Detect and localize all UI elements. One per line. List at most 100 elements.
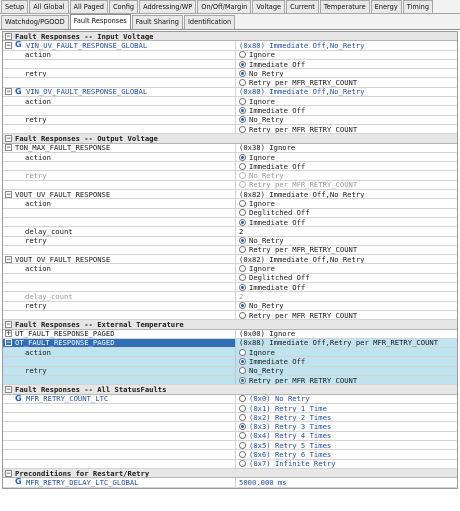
reg-ut-fault[interactable]: + UT_FAULT_RESPONSE_PAGED (0x00) Ignore [3,329,457,339]
collapse-icon[interactable]: − [5,32,12,40]
radio-icon[interactable] [239,265,246,273]
radio-option[interactable]: Immediate Off [236,218,457,226]
radio-icon[interactable] [239,116,246,124]
reg-vout-uv[interactable]: − VOUT_UV_FAULT_RESPONSE (0x82) Immediate… [3,190,457,200]
reg-vin-uv[interactable]: − G VIN_UV_FAULT_RESPONSE_GLOBAL (0x80) Im… [3,41,457,51]
tab-setup[interactable]: Setup [1,0,29,13]
radio-icon[interactable] [239,162,246,170]
register-value[interactable]: 5000.000 ms [236,478,457,486]
section-all-statusfaults[interactable]: − Fault Responses -- All StatusFaults [3,385,457,395]
radio-icon[interactable] [239,199,246,207]
section-external-temperature[interactable]: − Fault Responses -- External Temperature [3,320,457,330]
radio-option[interactable]: (0x4) Retry 4 Times [236,432,457,440]
section-output-voltage[interactable]: − Fault Responses -- Output Voltage [3,134,457,144]
radio-option[interactable]: Deglitched Off [236,209,457,217]
radio-icon[interactable] [239,367,246,375]
radio-icon[interactable] [239,153,246,161]
collapse-icon[interactable]: − [5,144,12,152]
reg-mfr-retry-delay[interactable]: G MFR_RETRY_DELAY_LTC_GLOBAL 5000.000 ms [3,478,457,488]
radio-option[interactable]: No_Retry [236,302,457,310]
collapse-icon[interactable]: − [5,339,12,347]
radio-icon[interactable] [239,395,246,403]
register-value[interactable]: (0x82) Immediate Off,No_Retry [236,255,457,263]
radio-option[interactable]: Ignore [236,348,457,356]
radio-icon[interactable] [239,246,246,254]
collapse-icon[interactable]: − [5,385,12,393]
reg-vout-ov[interactable]: − VOUT_OV_FAULT_RESPONSE (0x82) Immediate… [3,255,457,265]
radio-icon[interactable] [239,441,246,449]
radio-option[interactable]: Immediate Off [236,106,457,115]
collapse-icon[interactable]: − [5,469,12,477]
tab-temperature[interactable]: Temperature [319,0,370,13]
radio-option[interactable]: Retry per MFR_RETRY_COUNT [236,311,457,319]
tab-addressing[interactable]: Addressing/WP [139,0,197,13]
radio-icon[interactable] [239,274,246,282]
tab-energy[interactable]: Energy [370,0,402,13]
radio-icon[interactable] [239,413,246,421]
tab-on-off-margin[interactable]: On/Off/Margin [197,0,252,13]
radio-option[interactable]: Ignore [236,51,457,59]
collapse-icon[interactable]: − [5,134,12,142]
register-value[interactable]: (0x82) Immediate Off,No_Retry [236,190,457,198]
radio-icon[interactable] [239,97,246,105]
radio-icon[interactable] [239,423,246,431]
radio-icon[interactable] [239,311,246,319]
tab-timing[interactable]: Timing [402,0,434,13]
radio-option[interactable]: No_Retry [236,116,457,124]
radio-icon[interactable] [239,302,246,310]
radio-option[interactable]: (0x0) No Retry [236,395,457,403]
radio-option[interactable]: (0x5) Retry 5 Times [236,441,457,449]
radio-icon[interactable] [239,125,246,133]
reg-vin-ov[interactable]: − G VIN_OV_FAULT_RESPONSE_GLOBAL (0x80) Im… [3,87,457,98]
tab-fault-sharing[interactable]: Fault Sharing [131,15,183,29]
radio-option[interactable]: (0x2) Retry 2 Times [236,413,457,421]
radio-option[interactable]: Ignore [236,153,457,161]
radio-option[interactable]: Ignore [236,199,457,208]
reg-ton-max[interactable]: − TON_MAX_FAULT_RESPONSE (0x38) Ignore [3,143,457,153]
radio-option[interactable]: (0x3) Retry 3 Times [236,422,457,431]
reg-mfr-retry-count[interactable]: G MFR_RETRY_COUNT_LTC (0x0) No Retry [3,394,457,404]
tab-all-paged[interactable]: All Paged [69,0,108,13]
radio-option[interactable]: Deglitched Off [236,274,457,282]
radio-option[interactable]: (0x1) Retry 1 Time [236,404,457,412]
collapse-icon[interactable]: − [5,255,12,263]
radio-option[interactable]: Retry per MFR_RETRY_COUNT [236,376,457,384]
section-preconditions[interactable]: − Preconditions for Restart/Retry [3,468,457,479]
register-value[interactable]: (0x88) Immediate Off,Retry per MFR_RETRY… [236,338,457,348]
radio-option[interactable]: (0x7) Infinite Retry [236,460,457,468]
radio-icon[interactable] [239,404,246,412]
radio-option[interactable]: No_Retry [236,69,457,77]
collapse-icon[interactable]: − [5,320,12,328]
radio-icon[interactable] [239,218,246,226]
radio-icon[interactable] [239,60,246,68]
radio-icon[interactable] [239,79,246,87]
register-value[interactable]: (0x80) Immediate Off,No_Retry [236,88,457,96]
radio-icon[interactable] [239,283,246,291]
radio-icon[interactable] [239,209,246,217]
register-value[interactable]: (0x00) Ignore [236,330,457,338]
register-value[interactable]: (0x80) Immediate Off,No_Retry [236,41,457,49]
radio-option[interactable]: Retry per MFR_RETRY_COUNT [236,125,457,133]
tab-identification[interactable]: Identification [183,15,236,29]
collapse-icon[interactable]: − [5,41,12,49]
tab-config[interactable]: Config [108,0,139,13]
radio-icon[interactable] [239,451,246,458]
collapse-icon[interactable]: − [5,190,12,198]
delay-count-value[interactable]: 2 [236,227,457,235]
radio-option[interactable]: Immediate Off [236,283,457,291]
radio-option[interactable]: Immediate Off [236,357,457,366]
radio-option[interactable]: No_Retry [236,367,457,375]
tab-watchdog-pgood[interactable]: Watchdog/PGOOD [1,15,69,29]
tab-voltage[interactable]: Voltage [252,0,286,13]
radio-icon[interactable] [239,51,246,59]
reg-ot-fault[interactable]: − OT_FAULT_RESPONSE_PAGED (0x88) Immediat… [3,338,457,349]
radio-option[interactable]: Retry per MFR_RETRY_COUNT [236,78,457,87]
register-value[interactable]: (0x38) Ignore [236,144,457,152]
radio-icon[interactable] [239,358,246,366]
radio-icon[interactable] [239,348,246,356]
tab-fault-responses[interactable]: Fault Responses [69,14,131,29]
radio-icon[interactable] [239,107,246,115]
section-input-voltage[interactable]: − Fault Responses -- Input Voltage [3,32,457,42]
radio-icon[interactable] [239,237,246,245]
radio-icon[interactable] [239,69,246,77]
